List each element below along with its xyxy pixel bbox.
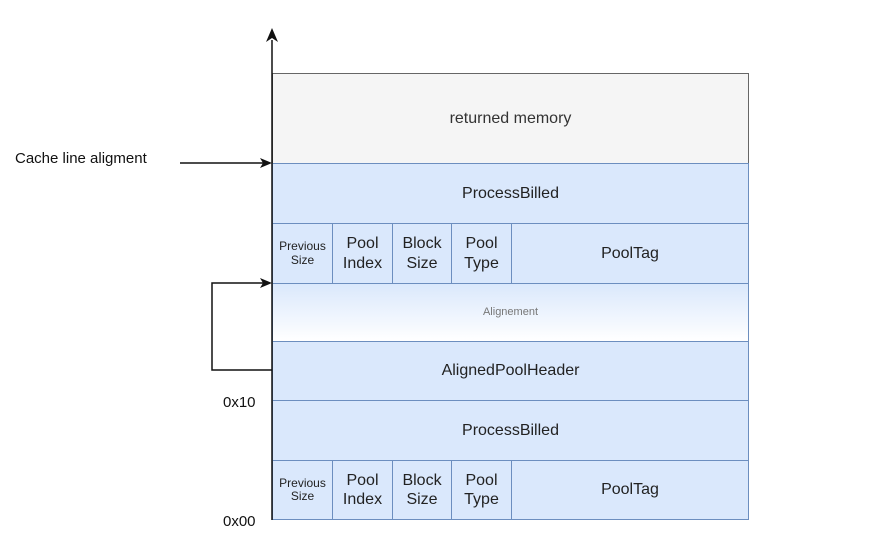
cache-line-label: Cache line aligment (15, 150, 147, 167)
offset-0x10-label: 0x10 (223, 394, 256, 411)
cache-line-arrow (180, 158, 272, 168)
offset-0x00-label: 0x00 (223, 513, 256, 530)
axis-arrowhead-icon (266, 28, 278, 42)
alignment-loop-arrow (211, 278, 272, 371)
address-axis (266, 28, 278, 520)
diagram-arrows (180, 28, 278, 520)
